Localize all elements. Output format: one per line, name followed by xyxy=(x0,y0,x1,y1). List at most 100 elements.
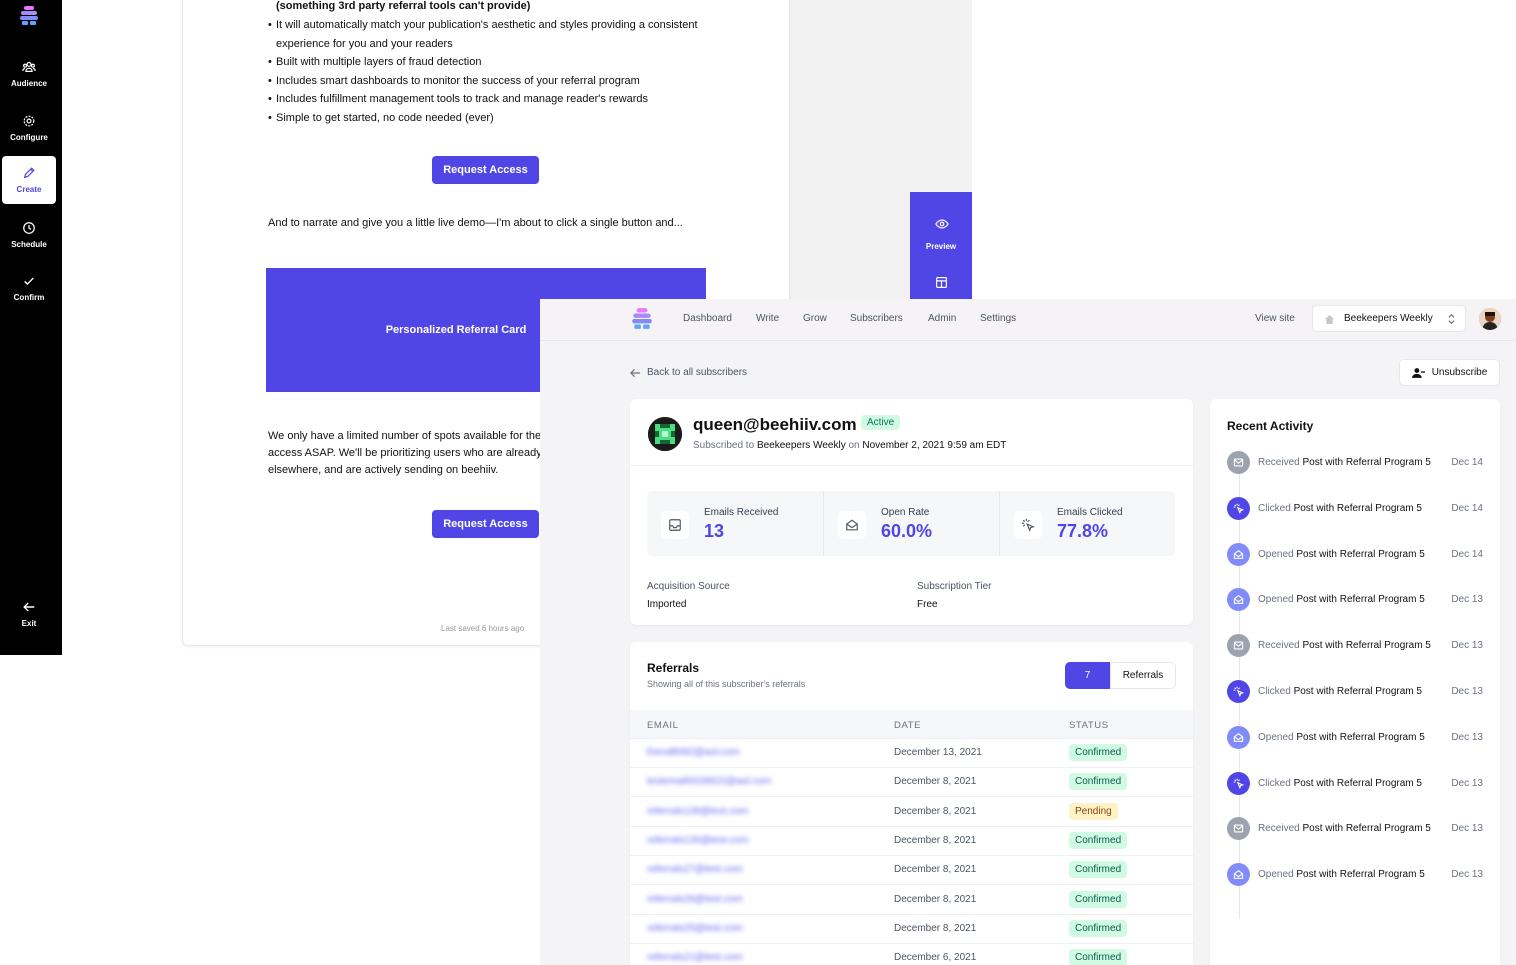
subscriber-profile-panel: queen@beehiiv.com Active Subscribed to B… xyxy=(630,399,1193,625)
subscription-tier-label: Subscription Tier xyxy=(917,581,992,592)
table-row[interactable]: referrals128@test.com December 8, 2021 Pen… xyxy=(630,798,1193,827)
referral-email[interactable]: referrals128@test.com xyxy=(647,806,748,817)
activity-text: Clicked Post with Referral Program 5 xyxy=(1258,503,1422,514)
activity-post: Post with Referral Program 5 xyxy=(1296,594,1425,606)
activity-action: Clicked xyxy=(1258,502,1291,514)
referral-email[interactable]: referrals26@test.com xyxy=(647,894,743,905)
activity-item[interactable]: Clicked Post with Referral Program 5 Dec … xyxy=(1227,680,1489,704)
preview-label: Preview xyxy=(925,242,957,251)
acquisition-source-value: Imported xyxy=(647,599,687,610)
beehiiv-logo-icon[interactable] xyxy=(630,307,654,331)
activity-date: Dec 13 xyxy=(1451,731,1483,743)
nav-dashboard[interactable]: Dashboard xyxy=(683,313,732,324)
activity-action: Opened xyxy=(1258,594,1294,606)
table-row[interactable]: friend8092@aol.com December 13, 2021 Confi… xyxy=(630,739,1193,768)
referrals-toggle-button[interactable]: Referrals xyxy=(1110,662,1176,689)
sidebar-item-create[interactable]: Create xyxy=(2,156,56,204)
sidebar-item-configure[interactable]: Configure xyxy=(2,104,56,152)
referral-date: December 8, 2021 xyxy=(894,922,977,934)
activity-item[interactable]: Clicked Post with Referral Program 5 Dec … xyxy=(1227,496,1489,521)
audience-icon xyxy=(22,61,36,72)
activity-action: Opened xyxy=(1258,548,1294,560)
referral-count-badge[interactable]: 7 xyxy=(1065,662,1110,689)
referral-email[interactable]: referrals25@test.com xyxy=(647,923,743,934)
referral-email[interactable]: referrals21@test.com xyxy=(647,952,743,963)
referral-email[interactable]: referrals126@test.com xyxy=(647,835,748,846)
envelope-open-icon xyxy=(1227,863,1250,887)
sidebar-item-schedule[interactable]: Schedule xyxy=(2,211,56,259)
referral-email[interactable]: referrals27@test.com xyxy=(647,864,743,875)
check-icon xyxy=(24,277,34,286)
nav-subscribers[interactable]: Subscribers xyxy=(850,313,903,324)
stat-open-rate: Open Rate 60.0% xyxy=(823,491,999,556)
subscriber-email: queen@beehiiv.com xyxy=(693,415,857,434)
list-item: Built with multiple layers of fraud dete… xyxy=(268,53,708,72)
publication-selector[interactable]: Beekeepers Weekly xyxy=(1312,305,1466,332)
request-access-button-2[interactable]: Request Access xyxy=(432,510,539,538)
table-row[interactable]: testemail0028922@aol.com December 8, 2021… xyxy=(630,768,1193,798)
cursor-click-icon xyxy=(1014,511,1042,539)
activity-text: Received Post with Referral Program 5 xyxy=(1258,457,1431,468)
activity-item[interactable]: Received Post with Referral Program 5 Dec… xyxy=(1227,634,1489,658)
nav-grow[interactable]: Grow xyxy=(803,313,827,324)
envelope-icon xyxy=(1227,817,1250,841)
referral-status-badge: Confirmed xyxy=(1069,831,1128,849)
table-row[interactable]: referrals26@test.com December 8, 2021 Conf… xyxy=(630,886,1193,915)
user-avatar[interactable] xyxy=(1479,308,1501,330)
chevron-up-down-icon xyxy=(1448,313,1455,325)
activity-action: Clicked xyxy=(1258,777,1291,789)
layout-icon[interactable] xyxy=(935,276,948,289)
referral-email[interactable]: testemail0028922@aol.com xyxy=(647,776,771,787)
sidebar-item-audience[interactable]: Audience xyxy=(2,50,56,98)
activity-item[interactable]: Received Post with Referral Program 5 Dec… xyxy=(1227,451,1489,475)
table-row[interactable]: referrals126@test.com December 8, 2021 Con… xyxy=(630,827,1193,856)
activity-text: Opened Post with Referral Program 5 xyxy=(1258,869,1425,880)
back-to-subscribers-link[interactable]: Back to all subscribers xyxy=(630,367,747,378)
back-link-label: Back to all subscribers xyxy=(647,367,748,378)
referral-date: December 8, 2021 xyxy=(894,776,977,788)
activity-action: Opened xyxy=(1258,731,1294,743)
activity-post: Post with Referral Program 5 xyxy=(1302,457,1431,468)
arrow-left-icon xyxy=(630,368,641,377)
paragraph-line: We only have a limited number of spots a… xyxy=(268,430,542,442)
activity-text: Opened Post with Referral Program 5 xyxy=(1258,549,1425,560)
acquisition-source-label: Acquisition Source xyxy=(647,581,730,592)
activity-item[interactable]: Clicked Post with Referral Program 5 Dec … xyxy=(1227,771,1489,796)
home-icon xyxy=(1325,315,1334,324)
preview-panel-tab[interactable]: Preview xyxy=(910,192,972,300)
activity-item[interactable]: Received Post with Referral Program 5 Dec… xyxy=(1227,817,1489,841)
referrals-title: Referrals xyxy=(647,661,700,675)
activity-item[interactable]: Opened Post with Referral Program 5 Dec 1… xyxy=(1227,863,1489,887)
referral-email[interactable]: friend8092@aol.com xyxy=(647,747,739,758)
subscription-info: Subscribed to Beekeepers Weekly on Novem… xyxy=(693,440,1006,451)
unsubscribe-button[interactable]: Unsubscribe xyxy=(1399,359,1500,386)
last-saved-text: Last saved 6 hours ago xyxy=(441,624,525,633)
activity-post: Post with Referral Program 5 xyxy=(1296,548,1425,560)
subscription-tier-value: Free xyxy=(917,599,938,610)
activity-item[interactable]: Opened Post with Referral Program 5 Dec 1… xyxy=(1227,542,1489,567)
table-row[interactable]: referrals25@test.com December 8, 2021 Conf… xyxy=(630,915,1193,944)
envelope-open-icon xyxy=(1227,542,1250,566)
nav-write[interactable]: Write xyxy=(756,313,779,324)
status-badge: Active xyxy=(861,415,901,430)
activity-date: Dec 13 xyxy=(1451,594,1483,606)
activity-action: Received xyxy=(1258,640,1300,652)
envelope-icon xyxy=(1227,451,1250,474)
request-access-button[interactable]: Request Access xyxy=(432,156,539,184)
sidebar-item-label: Schedule xyxy=(11,240,47,249)
sidebar-item-exit[interactable]: Exit xyxy=(2,590,56,638)
list-item: Includes fulfillment management tools to… xyxy=(268,90,708,109)
activity-item[interactable]: Opened Post with Referral Program 5 Dec 1… xyxy=(1227,588,1489,612)
referral-date: December 8, 2021 xyxy=(894,864,977,876)
view-site-link[interactable]: View site xyxy=(1255,313,1295,324)
table-row[interactable]: referrals27@test.com December 8, 2021 Conf… xyxy=(630,856,1193,886)
subscribed-prefix: Subscribed to xyxy=(693,440,755,451)
nav-settings[interactable]: Settings xyxy=(980,313,1016,324)
activity-date: Dec 13 xyxy=(1451,686,1483,697)
activity-item[interactable]: Opened Post with Referral Program 5 Dec 1… xyxy=(1227,725,1489,750)
activity-post: Post with Referral Program 5 xyxy=(1296,869,1425,881)
table-row[interactable]: referrals21@test.com December 6, 2021 Conf… xyxy=(630,944,1193,965)
nav-admin[interactable]: Admin xyxy=(928,313,956,324)
sidebar-item-confirm[interactable]: Confirm xyxy=(2,264,56,312)
beehiiv-logo-icon xyxy=(20,6,38,25)
